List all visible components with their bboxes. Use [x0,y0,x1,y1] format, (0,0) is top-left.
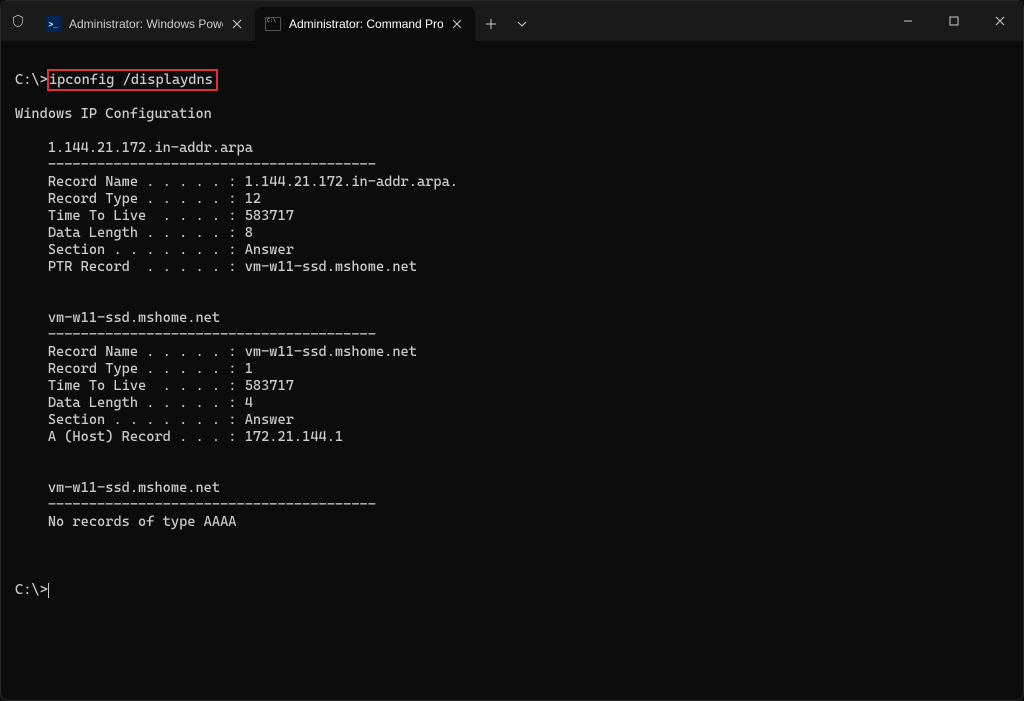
tab-title: Administrator: Command Pro [289,17,443,31]
new-tab-button[interactable] [475,7,507,41]
close-icon[interactable] [229,16,245,32]
tab-dropdown-button[interactable] [507,7,537,41]
close-icon[interactable] [449,16,465,32]
prompt: C:\> [15,582,48,598]
ipconfig-header: Windows IP Configuration [15,106,212,122]
window-controls [885,1,1023,41]
terminal-output[interactable]: C:\>ipconfig /displaydns Windows IP Conf… [1,41,1023,613]
tab-title: Administrator: Windows Powe [69,17,223,31]
dns-entries: 1.144.21.172.in-addr.arpa --------------… [15,140,1009,548]
powershell-icon: >_ [45,16,61,32]
minimize-button[interactable] [885,1,931,41]
prompt: C:\>ipconfig /displaydns [15,72,218,89]
maximize-button[interactable] [931,1,977,41]
close-window-button[interactable] [977,1,1023,41]
tab-powershell[interactable]: >_ Administrator: Windows Powe [35,7,255,41]
command-highlight: ipconfig /displaydns [47,69,218,91]
titlebar: >_ Administrator: Windows Powe Administr… [1,1,1023,41]
tab-command-prompt[interactable]: Administrator: Command Pro [255,7,475,41]
cmd-icon [265,16,281,32]
cursor-icon [48,583,49,598]
shield-icon [1,1,35,41]
